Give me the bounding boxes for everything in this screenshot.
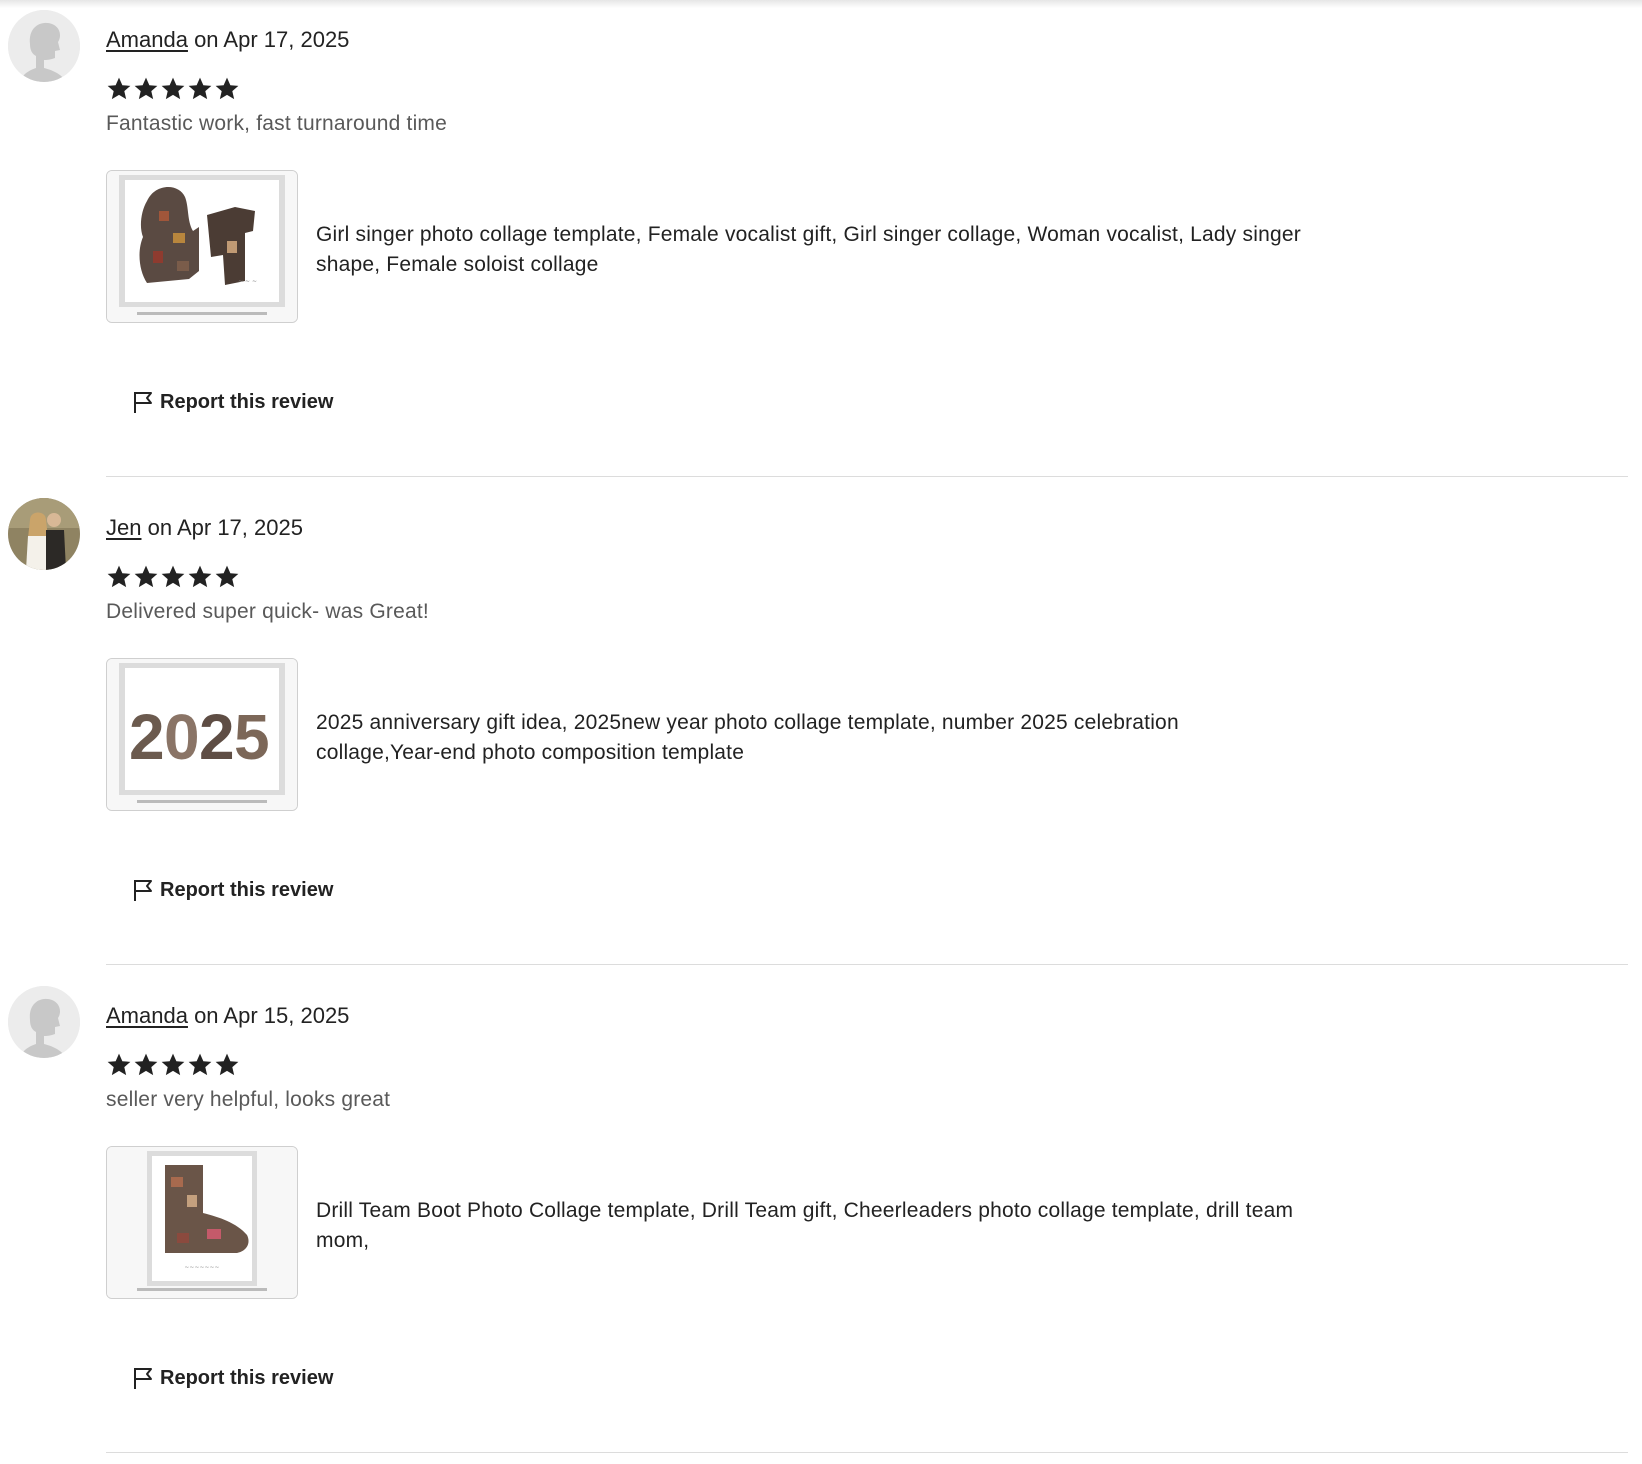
flag-icon bbox=[134, 1368, 152, 1389]
star-rating bbox=[106, 564, 241, 590]
star-rating bbox=[106, 1052, 241, 1078]
star-icon bbox=[188, 77, 212, 100]
review-divider bbox=[106, 476, 1628, 477]
star-icon bbox=[215, 77, 239, 100]
star-icon bbox=[107, 77, 131, 100]
star-icon bbox=[107, 565, 131, 588]
star-icon bbox=[161, 77, 185, 100]
svg-text:2: 2 bbox=[129, 701, 165, 773]
reviewer-name-link[interactable]: Amanda bbox=[106, 27, 188, 52]
review-text: Delivered super quick- was Great! bbox=[106, 600, 429, 623]
reviewer-avatar[interactable] bbox=[8, 498, 80, 570]
star-icon bbox=[161, 565, 185, 588]
review-item: Amanda on Apr 15, 2025 seller very helpf… bbox=[0, 976, 1642, 1464]
reviewer-name-link[interactable]: Amanda bbox=[106, 1003, 188, 1028]
review-item: Jen on Apr 17, 2025 Delivered super quic… bbox=[0, 488, 1642, 976]
svg-text:5: 5 bbox=[234, 701, 270, 773]
review-date: on Apr 17, 2025 bbox=[141, 515, 303, 540]
review-date: on Apr 15, 2025 bbox=[187, 1003, 350, 1028]
review-byline: Amanda on Apr 17, 2025 bbox=[106, 26, 349, 54]
reviewer-avatar[interactable] bbox=[8, 986, 80, 1058]
listing-thumbnail[interactable]: ~~~~~~~ bbox=[106, 1146, 298, 1299]
listing-thumbnail[interactable]: ~ ~ ~ bbox=[106, 170, 298, 323]
star-icon bbox=[161, 1053, 185, 1076]
star-icon bbox=[107, 1053, 131, 1076]
report-review-label: Report this review bbox=[160, 1366, 334, 1389]
report-review-button[interactable]: Report this review bbox=[132, 390, 333, 414]
review-date: on Apr 17, 2025 bbox=[187, 27, 350, 52]
star-icon bbox=[134, 77, 158, 100]
listing-title-link[interactable]: Girl singer photo collage template, Fema… bbox=[316, 220, 1306, 280]
star-icon bbox=[188, 565, 212, 588]
svg-text:~ ~ ~: ~ ~ ~ bbox=[238, 278, 257, 285]
flag-icon bbox=[134, 392, 152, 413]
reviewer-name-link[interactable]: Jen bbox=[106, 515, 141, 540]
review-divider bbox=[106, 964, 1628, 965]
review-item: Amanda on Apr 17, 2025 Fantastic work, f… bbox=[0, 0, 1642, 488]
star-icon bbox=[134, 1053, 158, 1076]
review-divider bbox=[106, 1452, 1628, 1453]
review-byline: Amanda on Apr 15, 2025 bbox=[106, 1002, 349, 1030]
report-review-label: Report this review bbox=[160, 878, 334, 901]
svg-text:0: 0 bbox=[164, 701, 200, 773]
review-text: seller very helpful, looks great bbox=[106, 1088, 391, 1111]
report-review-button[interactable]: Report this review bbox=[132, 878, 333, 902]
review-byline: Jen on Apr 17, 2025 bbox=[106, 514, 303, 542]
svg-text:~~~~~~~: ~~~~~~~ bbox=[184, 1264, 219, 1271]
star-rating bbox=[106, 76, 241, 102]
listing-title-link[interactable]: Drill Team Boot Photo Collage template, … bbox=[316, 1196, 1306, 1256]
listing-thumbnail[interactable]: 2 0 2 5 bbox=[106, 658, 298, 811]
report-review-label: Report this review bbox=[160, 390, 334, 413]
listing-title-link[interactable]: 2025 anniversary gift idea, 2025new year… bbox=[316, 708, 1306, 768]
star-icon bbox=[134, 565, 158, 588]
report-review-button[interactable]: Report this review bbox=[132, 1366, 333, 1390]
star-icon bbox=[188, 1053, 212, 1076]
star-icon bbox=[215, 1053, 239, 1076]
star-icon bbox=[215, 565, 239, 588]
review-text: Fantastic work, fast turnaround time bbox=[106, 112, 448, 135]
reviewer-avatar[interactable] bbox=[8, 10, 80, 82]
svg-text:2: 2 bbox=[199, 701, 235, 773]
flag-icon bbox=[134, 880, 152, 901]
